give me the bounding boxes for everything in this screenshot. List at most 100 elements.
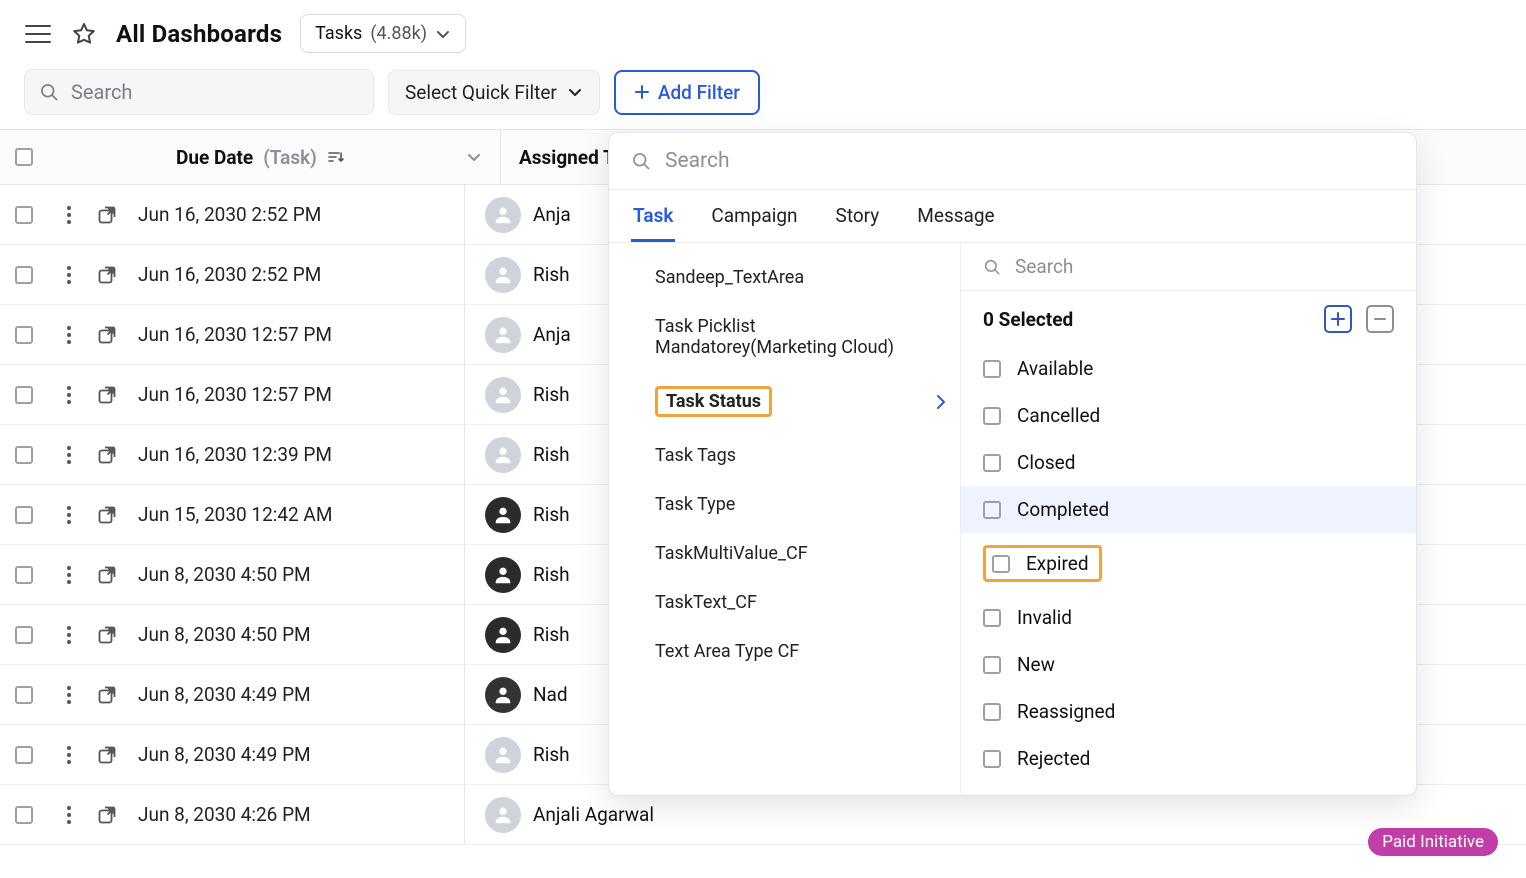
- add-filter-panel: Search Task Campaign Story Message Sandeep_…: [608, 132, 1417, 796]
- favorite-star-icon[interactable]: [70, 20, 98, 48]
- option-checkbox[interactable]: [983, 656, 1001, 674]
- filter-option[interactable]: New: [961, 641, 1416, 688]
- chevron-down-icon: [567, 84, 583, 100]
- entity-selector[interactable]: Tasks (4.88k): [300, 14, 466, 53]
- column-menu-chevron-icon[interactable]: [466, 149, 482, 165]
- quick-filter-select[interactable]: Select Quick Filter: [388, 70, 600, 115]
- row-menu-button[interactable]: [54, 385, 84, 405]
- select-all-checkbox[interactable]: [15, 148, 33, 166]
- filter-field-item[interactable]: Sandeep_TextArea: [609, 253, 960, 302]
- filter-field-item[interactable]: Task Picklist Mandatorey(Marketing Cloud…: [609, 302, 960, 372]
- filter-option[interactable]: Completed: [961, 486, 1416, 533]
- row-menu-button[interactable]: [54, 685, 84, 705]
- filter-option[interactable]: Expired: [961, 533, 1416, 594]
- due-date-cell: Jun 8, 2030 4:50 PM: [138, 623, 458, 646]
- row-checkbox[interactable]: [15, 506, 33, 524]
- option-label: Cancelled: [1017, 404, 1100, 427]
- filter-tab-task[interactable]: Task: [631, 190, 675, 242]
- filter-field-item[interactable]: TaskText_CF: [609, 578, 960, 627]
- row-checkbox-cell: [0, 566, 48, 584]
- filter-field-item[interactable]: Task Tags: [609, 431, 960, 480]
- row-checkbox[interactable]: [15, 446, 33, 464]
- row-menu-button[interactable]: [54, 745, 84, 765]
- open-task-icon[interactable]: [92, 625, 122, 645]
- row-menu-button[interactable]: [54, 325, 84, 345]
- row-checkbox[interactable]: [15, 206, 33, 224]
- chevron-right-icon: [936, 394, 946, 410]
- filter-option[interactable]: Reassigned: [961, 688, 1416, 735]
- filter-option[interactable]: Available: [961, 345, 1416, 392]
- row-menu-button[interactable]: [54, 625, 84, 645]
- filter-option[interactable]: Closed: [961, 439, 1416, 486]
- row-checkbox[interactable]: [15, 566, 33, 584]
- due-date-cell: Jun 16, 2030 12:57 PM: [138, 383, 458, 406]
- avatar: [485, 557, 521, 593]
- paid-initiative-tag[interactable]: Paid Initiative: [1368, 828, 1498, 856]
- option-checkbox[interactable]: [983, 703, 1001, 721]
- row-checkbox[interactable]: [15, 806, 33, 824]
- filter-field-item[interactable]: Task Status: [609, 372, 960, 431]
- sort-icon[interactable]: [327, 149, 345, 165]
- open-task-icon[interactable]: [92, 265, 122, 285]
- row-checkbox[interactable]: [15, 746, 33, 764]
- filter-values-list: Available Cancelled ClosedCompleted Expired…: [961, 341, 1416, 795]
- open-task-icon[interactable]: [92, 745, 122, 765]
- open-task-icon[interactable]: [92, 325, 122, 345]
- highlighted-option: Expired: [983, 545, 1102, 582]
- open-task-icon[interactable]: [92, 805, 122, 825]
- selected-count: 0 Selected: [983, 308, 1073, 331]
- filter-panel-search[interactable]: Search: [609, 133, 1416, 190]
- option-label: New: [1017, 653, 1055, 676]
- filter-tab-message[interactable]: Message: [915, 190, 996, 242]
- row-checkbox[interactable]: [15, 386, 33, 404]
- hamburger-menu-icon[interactable]: [24, 20, 52, 48]
- option-checkbox[interactable]: [992, 555, 1010, 573]
- row-menu-button[interactable]: [54, 505, 84, 525]
- assigned-to-cell: Rish: [465, 737, 570, 773]
- deselect-all-button[interactable]: [1366, 305, 1394, 333]
- filter-field-item[interactable]: Task Type: [609, 480, 960, 529]
- option-label: Available: [1017, 357, 1093, 380]
- row-checkbox[interactable]: [15, 266, 33, 284]
- filter-option[interactable]: Rejected: [961, 735, 1416, 782]
- avatar: [485, 437, 521, 473]
- option-label: Reassigned: [1017, 700, 1115, 723]
- option-checkbox[interactable]: [983, 609, 1001, 627]
- option-checkbox[interactable]: [983, 501, 1001, 519]
- option-checkbox[interactable]: [983, 454, 1001, 472]
- row-checkbox[interactable]: [15, 686, 33, 704]
- option-checkbox[interactable]: [983, 360, 1001, 378]
- open-task-icon[interactable]: [92, 445, 122, 465]
- filter-tab-story[interactable]: Story: [834, 190, 882, 242]
- row-checkbox[interactable]: [15, 626, 33, 644]
- assigned-to-cell: Anja: [465, 317, 571, 353]
- open-task-icon[interactable]: [92, 565, 122, 585]
- row-checkbox[interactable]: [15, 326, 33, 344]
- assignee-name: Anjali Agarwal: [533, 803, 654, 826]
- row-menu-button[interactable]: [54, 445, 84, 465]
- option-checkbox[interactable]: [983, 750, 1001, 768]
- filter-option[interactable]: Cancelled: [961, 392, 1416, 439]
- filter-field-label: TaskMultiValue_CF: [655, 543, 808, 564]
- open-task-icon[interactable]: [92, 685, 122, 705]
- open-task-icon[interactable]: [92, 385, 122, 405]
- row-menu-button[interactable]: [54, 205, 84, 225]
- filter-field-item[interactable]: TaskMultiValue_CF: [609, 529, 960, 578]
- column-header-due-date[interactable]: Due Date (Task): [48, 146, 500, 169]
- search-icon: [983, 258, 1001, 276]
- open-task-icon[interactable]: [92, 205, 122, 225]
- filter-tab-campaign[interactable]: Campaign: [709, 190, 799, 242]
- add-filter-button[interactable]: Add Filter: [614, 70, 760, 115]
- search-icon: [631, 151, 651, 171]
- filter-option[interactable]: Invalid: [961, 594, 1416, 641]
- open-task-icon[interactable]: [92, 505, 122, 525]
- row-menu-button[interactable]: [54, 805, 84, 825]
- filter-values-search[interactable]: Search: [961, 243, 1416, 291]
- select-all-button[interactable]: [1324, 305, 1352, 333]
- option-checkbox[interactable]: [983, 407, 1001, 425]
- row-menu-button[interactable]: [54, 265, 84, 285]
- row-checkbox-cell: [0, 326, 48, 344]
- filter-field-item[interactable]: Text Area Type CF: [609, 627, 960, 676]
- row-menu-button[interactable]: [54, 565, 84, 585]
- search-input[interactable]: Search: [24, 69, 374, 115]
